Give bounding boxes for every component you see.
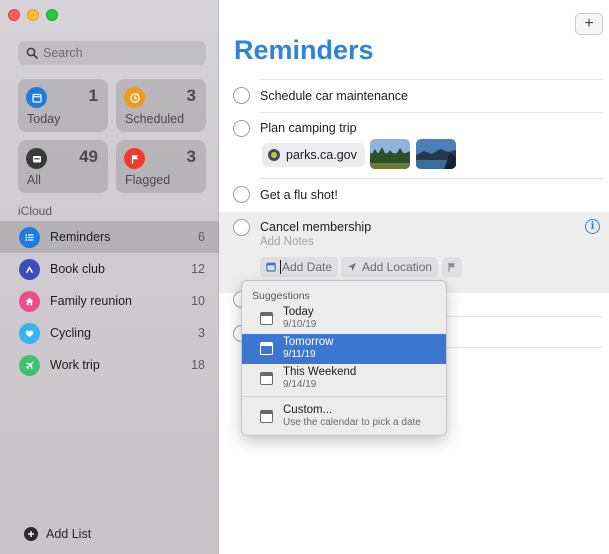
sidebar-item-work-trip[interactable]: Work trip 18 bbox=[0, 349, 219, 381]
add-date-button[interactable]: Add Date bbox=[260, 257, 339, 277]
flag-button[interactable] bbox=[442, 257, 462, 277]
reminder-item[interactable]: Schedule car maintenance bbox=[219, 79, 609, 112]
list-count: 18 bbox=[191, 358, 205, 372]
text-caret bbox=[280, 260, 281, 274]
photo-attachment[interactable] bbox=[416, 139, 456, 169]
list-count: 10 bbox=[191, 294, 205, 308]
smart-list-flagged[interactable]: 3 Flagged bbox=[116, 140, 206, 193]
list-name: Family reunion bbox=[50, 294, 132, 308]
reminder-title[interactable]: Schedule car maintenance bbox=[260, 89, 408, 103]
sidebar-item-family-reunion[interactable]: Family reunion 10 bbox=[0, 285, 219, 317]
menu-item-date: 9/11/19 bbox=[283, 349, 316, 360]
info-icon[interactable]: i bbox=[585, 219, 600, 234]
menu-item-tomorrow[interactable]: Tomorrow 9/11/19 bbox=[242, 334, 446, 364]
calendar-icon bbox=[266, 262, 276, 272]
menu-item-today[interactable]: Today 9/10/19 bbox=[242, 304, 446, 334]
smart-list-label: Flagged bbox=[125, 173, 171, 187]
list-name: Reminders bbox=[50, 230, 111, 244]
smart-list-label: Today bbox=[27, 112, 61, 126]
url-attachment[interactable]: parks.ca.gov bbox=[262, 143, 365, 167]
plus-circle-icon bbox=[24, 527, 38, 541]
clock-icon bbox=[124, 87, 145, 108]
complete-checkbox[interactable] bbox=[233, 87, 250, 104]
site-favicon-icon bbox=[268, 149, 280, 161]
list-count: 12 bbox=[191, 262, 205, 276]
add-date-label: Add Date bbox=[282, 260, 333, 274]
menu-item-title: This Weekend bbox=[283, 366, 357, 378]
reminder-title[interactable]: Cancel membership bbox=[260, 220, 371, 234]
sidebar-item-cycling[interactable]: Cycling 3 bbox=[0, 317, 219, 349]
minimize-window-button[interactable] bbox=[27, 9, 39, 21]
add-location-button[interactable]: Add Location bbox=[341, 257, 439, 277]
notes-field[interactable]: Add Notes bbox=[260, 236, 314, 248]
triangle-icon bbox=[19, 258, 40, 280]
calendar-icon bbox=[260, 410, 273, 423]
sidebar-item-reminders[interactable]: Reminders 6 bbox=[0, 221, 219, 253]
tray-icon bbox=[26, 148, 47, 169]
complete-checkbox[interactable] bbox=[233, 219, 250, 236]
complete-checkbox[interactable] bbox=[233, 120, 250, 137]
close-window-button[interactable] bbox=[8, 9, 20, 21]
menu-item-subtitle: Use the calendar to pick a date bbox=[283, 417, 421, 428]
flag-icon bbox=[124, 148, 145, 169]
window-controls bbox=[8, 9, 58, 21]
airplane-icon bbox=[19, 354, 40, 376]
calendar-icon bbox=[260, 342, 273, 355]
add-list-button[interactable]: Add List bbox=[24, 527, 91, 541]
sidebar: Search 1 Today 3 Scheduled 49 All 3 Flag… bbox=[0, 0, 219, 554]
reminder-item[interactable]: Get a flu shot! bbox=[219, 178, 609, 212]
calendar-icon bbox=[260, 372, 273, 385]
smart-lists: 1 Today 3 Scheduled 49 All 3 Flagged bbox=[18, 79, 206, 193]
smart-list-label: All bbox=[27, 173, 41, 187]
smart-list-count: 3 bbox=[186, 86, 196, 105]
calendar-icon bbox=[26, 87, 47, 108]
reminder-title[interactable]: Get a flu shot! bbox=[260, 188, 338, 202]
main-pane: + Reminders Schedule car maintenance Pla… bbox=[219, 0, 609, 554]
calendar-icon bbox=[260, 312, 273, 325]
reminders-window: Search 1 Today 3 Scheduled 49 All 3 Flag… bbox=[0, 0, 609, 554]
menu-item-date: 9/14/19 bbox=[283, 379, 317, 390]
url-attachment-label: parks.ca.gov bbox=[286, 148, 357, 162]
menu-item-title: Tomorrow bbox=[283, 336, 334, 348]
add-list-label: Add List bbox=[46, 527, 92, 541]
list-name: Work trip bbox=[50, 358, 100, 372]
list-icon bbox=[19, 226, 40, 248]
list-count: 3 bbox=[198, 326, 205, 340]
my-lists: Reminders 6 Book club 12 Family reunion … bbox=[0, 221, 219, 381]
smart-list-count: 49 bbox=[79, 147, 98, 166]
flag-icon bbox=[448, 263, 455, 272]
heart-icon bbox=[19, 322, 40, 344]
search-icon bbox=[26, 47, 38, 59]
complete-checkbox[interactable] bbox=[233, 186, 250, 203]
list-name: Cycling bbox=[50, 326, 91, 340]
sidebar-item-book-club[interactable]: Book club 12 bbox=[0, 253, 219, 285]
search-placeholder: Search bbox=[43, 46, 83, 60]
reminder-title[interactable]: Plan camping trip bbox=[260, 121, 357, 135]
search-field[interactable]: Search bbox=[18, 41, 206, 65]
smart-list-label: Scheduled bbox=[125, 112, 185, 126]
menu-item-custom[interactable]: Custom... Use the calendar to pick a dat… bbox=[242, 402, 446, 432]
menu-item-this-weekend[interactable]: This Weekend 9/14/19 bbox=[242, 364, 446, 394]
add-location-label: Add Location bbox=[362, 260, 433, 274]
menu-item-title: Today bbox=[283, 306, 314, 318]
menu-divider bbox=[242, 396, 446, 397]
smart-list-today[interactable]: 1 Today bbox=[18, 79, 108, 132]
icloud-section-label: iCloud bbox=[18, 204, 53, 218]
location-arrow-icon bbox=[348, 263, 356, 271]
zoom-window-button[interactable] bbox=[46, 9, 58, 21]
new-reminder-button[interactable]: + bbox=[575, 13, 603, 35]
smart-list-count: 1 bbox=[88, 86, 98, 105]
menu-item-title: Custom... bbox=[283, 404, 333, 416]
smart-list-count: 3 bbox=[186, 147, 196, 166]
house-icon bbox=[19, 290, 40, 312]
list-count: 6 bbox=[198, 230, 205, 244]
menu-header: Suggestions bbox=[252, 290, 310, 302]
menu-item-date: 9/10/19 bbox=[283, 319, 317, 330]
date-suggestions-menu: Suggestions Today 9/10/19 Tomorrow 9/11/… bbox=[241, 280, 447, 436]
photo-attachment[interactable] bbox=[370, 139, 410, 169]
smart-list-all[interactable]: 49 All bbox=[18, 140, 108, 193]
list-name: Book club bbox=[50, 262, 105, 276]
smart-list-scheduled[interactable]: 3 Scheduled bbox=[116, 79, 206, 132]
page-title: Reminders bbox=[234, 35, 374, 65]
